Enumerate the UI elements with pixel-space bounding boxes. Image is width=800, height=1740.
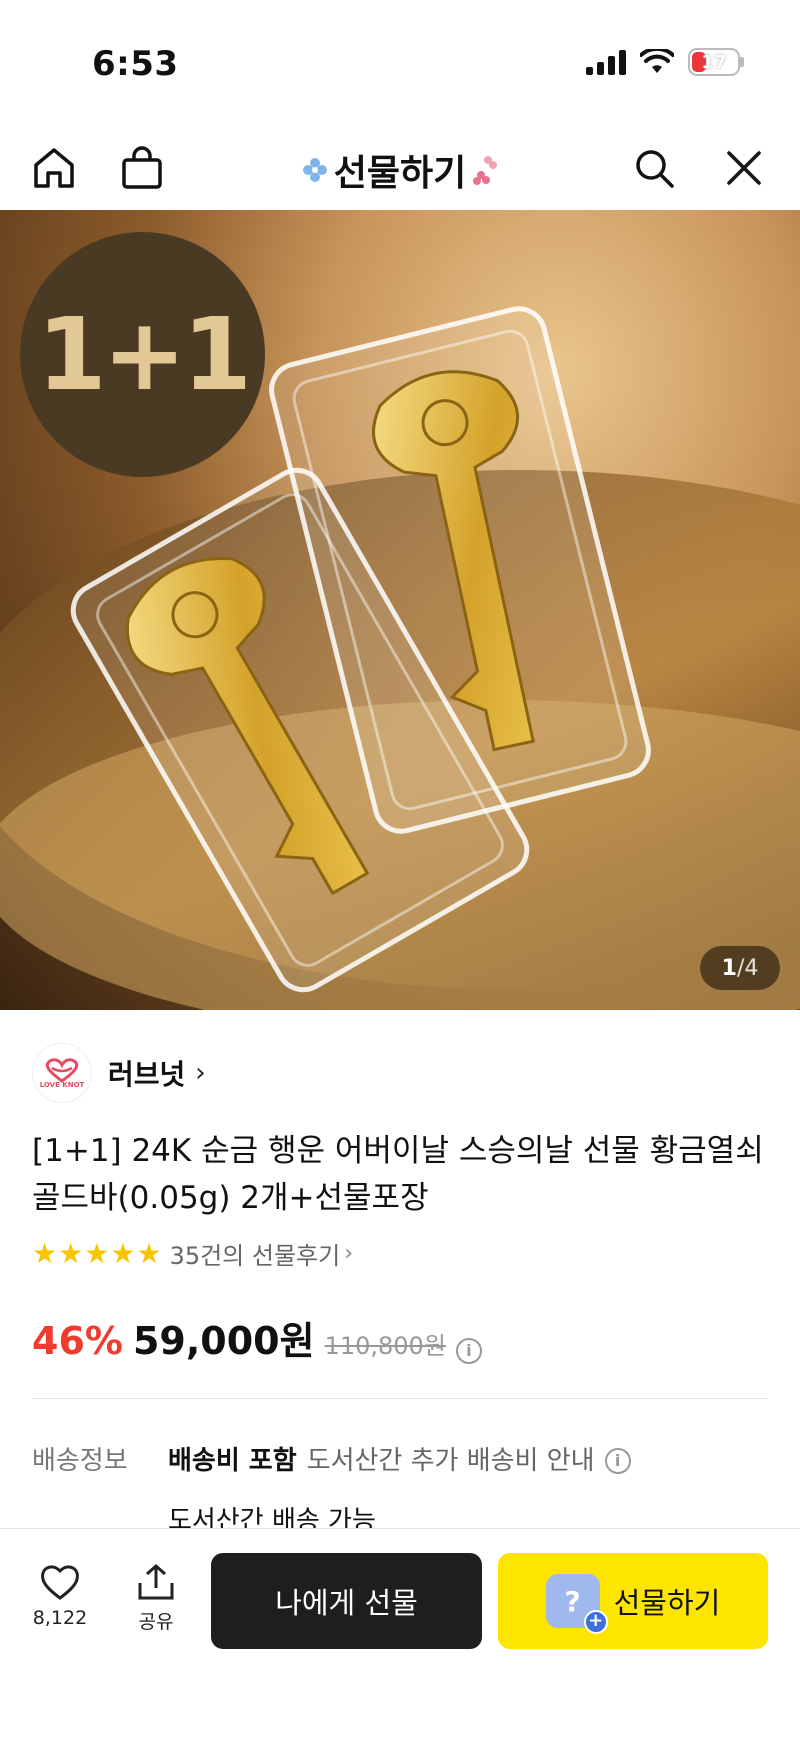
seller-logo: LOVE KNOT (32, 1043, 92, 1103)
shipping-info: 배송비 포함 도서산간 추가 배송비 안내 i (168, 1440, 631, 1477)
price-row: 46% 59,000원 110,800원 i (32, 1310, 482, 1365)
send-gift-button[interactable]: ? + 선물하기 (498, 1553, 768, 1649)
heart-lips-logo-icon (45, 1058, 79, 1083)
star-rating: ★ ★ ★ ★ ★ (32, 1236, 162, 1270)
page-current: 1 (721, 955, 737, 981)
star-icon: ★ (110, 1236, 136, 1270)
close-icon (727, 151, 761, 185)
send-gift-label: 선물하기 (613, 1586, 721, 1620)
blue-flower-icon (302, 158, 327, 182)
discount-rate: 46% (32, 1319, 123, 1363)
product-image-carousel[interactable]: 1+1 1/4 (0, 210, 800, 1010)
close-button[interactable] (714, 138, 774, 198)
app-header: 선물하기 (0, 128, 800, 210)
battery-level: 17 (701, 51, 727, 73)
shipping-label: 배송정보 (32, 1446, 128, 1476)
star-icon: ★ (136, 1236, 162, 1270)
one-plus-one-badge: 1+1 (20, 232, 265, 477)
shipping-included: 배송비 포함 (168, 1446, 297, 1476)
cellular-signal-icon (586, 49, 626, 75)
sale-price: 59,000원 (132, 1319, 315, 1363)
review-link[interactable]: ★ ★ ★ ★ ★ 35건의 선물후기 › (32, 1236, 353, 1271)
page-total: /4 (736, 955, 759, 981)
status-time: 6:53 (92, 44, 179, 84)
plus-icon: + (583, 1610, 608, 1634)
header-title-text: 선물하기 (333, 153, 467, 194)
divider (32, 1398, 768, 1399)
pink-flower-icon (473, 156, 498, 185)
seller-link[interactable]: LOVE KNOT 러브넛 › (32, 1043, 206, 1103)
search-icon (636, 150, 674, 188)
like-button[interactable]: 8,122 (22, 1563, 98, 1629)
shipping-info-icon[interactable]: i (604, 1447, 631, 1474)
chevron-right-icon: › (195, 1058, 206, 1088)
like-count: 8,122 (32, 1607, 88, 1629)
seller-name: 러브넛 (108, 1058, 186, 1091)
heart-icon (41, 1565, 79, 1600)
search-button[interactable] (624, 138, 684, 198)
share-button[interactable]: 공유 (118, 1563, 194, 1634)
gift-to-self-label: 나에게 선물 (275, 1586, 418, 1620)
share-icon (138, 1563, 174, 1600)
remote-area-notice: 도서산간 추가 배송비 안내 (306, 1446, 595, 1476)
star-icon: ★ (84, 1236, 110, 1270)
share-label: 공유 (138, 1611, 174, 1633)
gift-to-self-button[interactable]: 나에게 선물 (211, 1553, 482, 1649)
wifi-icon (640, 49, 674, 73)
star-icon: ★ (58, 1236, 84, 1270)
status-bar: 6:53 17 (0, 0, 800, 120)
chevron-right-icon: › (344, 1241, 354, 1266)
price-info-icon[interactable]: i (455, 1337, 482, 1364)
product-title: [1+1] 24K 순금 행운 어버이날 스승의날 선물 황금열쇠 골드바(0.… (32, 1133, 764, 1216)
image-page-indicator: 1/4 (700, 946, 780, 990)
gift-question-icon: ? + (545, 1574, 608, 1634)
status-icons: 17 (586, 48, 744, 76)
original-price: 110,800원 (324, 1332, 446, 1360)
battery-icon: 17 (688, 48, 740, 76)
review-count: 35건의 선물후기 (169, 1242, 341, 1270)
bottom-action-bar: 8,122 공유 나에게 선물 ? + 선물하기 (0, 1528, 800, 1740)
star-icon: ★ (32, 1236, 58, 1270)
